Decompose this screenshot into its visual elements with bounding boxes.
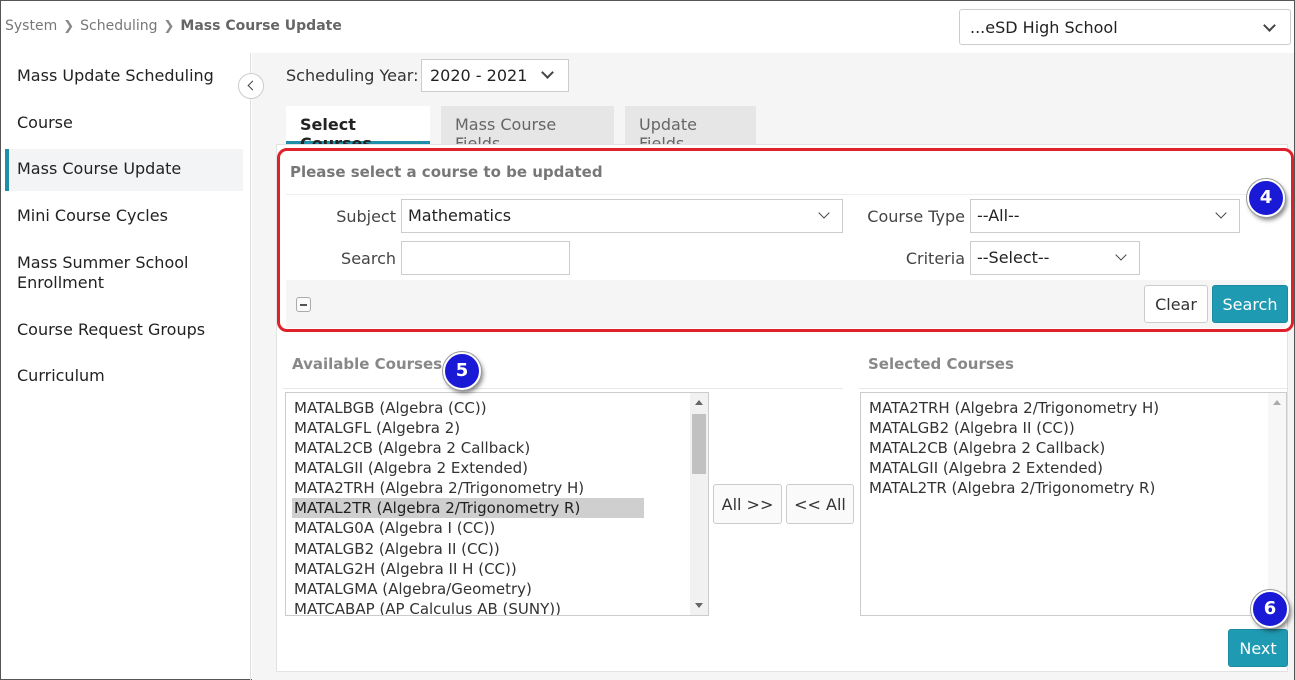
scheduling-year-label: Scheduling Year: [286, 66, 419, 85]
move-all-left-button[interactable]: << All [786, 484, 854, 524]
course-type-value: --All-- [977, 206, 1020, 225]
chevron-down-icon [1115, 249, 1127, 261]
list-item[interactable]: MATALGII (Algebra 2 Extended) [867, 458, 1105, 478]
divider [283, 388, 843, 389]
sidebar: Mass Update Scheduling Course Mass Cours… [1, 53, 251, 680]
scroll-thumb[interactable] [692, 414, 706, 474]
course-filter-section: Please select a course to be updated Sub… [277, 148, 1294, 332]
sidebar-item-course-request-groups[interactable]: Course Request Groups [5, 320, 243, 340]
selected-list-scrollbar[interactable] [1268, 393, 1286, 615]
subject-select[interactable]: Mathematics [401, 199, 843, 233]
chevron-down-icon [1263, 19, 1276, 32]
search-input[interactable] [401, 241, 570, 275]
list-item[interactable]: MATALGII (Algebra 2 Extended) [292, 458, 530, 478]
breadcrumb-current: Mass Course Update [180, 18, 342, 34]
list-item[interactable]: MATAL2CB (Algebra 2 Callback) [867, 438, 1107, 458]
criteria-select[interactable]: --Select-- [970, 241, 1140, 275]
list-item[interactable]: MATAL2TR (Algebra 2/Trigonometry R) [867, 478, 1157, 498]
available-courses-heading: Available Courses [292, 355, 443, 373]
list-item-selected[interactable]: MATAL2TR (Algebra 2/Trigonometry R) [292, 498, 644, 518]
scroll-down-arrow-icon[interactable] [695, 603, 703, 608]
divider [859, 388, 1287, 389]
move-all-right-button[interactable]: All >> [713, 484, 782, 524]
subject-label: Subject [336, 207, 396, 226]
list-item[interactable]: MATAL2CB (Algebra 2 Callback) [292, 438, 532, 458]
breadcrumb-item-system[interactable]: System [5, 18, 57, 34]
chevron-down-icon [541, 66, 554, 79]
step-callout-5: 5 [443, 352, 481, 390]
scheduling-year-select[interactable]: 2020 - 2021 [421, 59, 569, 92]
list-item[interactable]: MATALGMA (Algebra/Geometry) [292, 579, 534, 599]
list-item[interactable]: MATCABAP (AP Calculus AB (SUNY)) [292, 599, 563, 615]
sidebar-item-mini-course-cycles[interactable]: Mini Course Cycles [5, 206, 243, 226]
course-type-label: Course Type [867, 207, 965, 226]
breadcrumb: System ❯ Scheduling ❯ Mass Course Update [5, 18, 342, 34]
list-item[interactable]: MATA2TRH (Algebra 2/Trigonometry H) [292, 478, 586, 498]
subject-select-value: Mathematics [408, 206, 512, 225]
sidebar-item-course[interactable]: Course [5, 113, 243, 133]
chevron-right-icon: ❯ [63, 18, 75, 34]
selected-courses-heading: Selected Courses [868, 355, 1014, 373]
list-item[interactable]: MATALG2H (Algebra II H (CC)) [292, 559, 519, 579]
step-callout-6: 6 [1251, 590, 1289, 628]
course-type-select[interactable]: --All-- [970, 199, 1240, 233]
search-button[interactable]: Search [1212, 285, 1288, 323]
sidebar-item-mass-summer-school-enrollment[interactable]: Mass Summer School Enrollment [5, 253, 205, 293]
divider [286, 194, 1285, 195]
filter-footer: Clear Search [286, 280, 1288, 328]
list-item[interactable]: MATALGFL (Algebra 2) [292, 418, 462, 438]
collapse-sidebar-button[interactable] [238, 73, 264, 99]
chevron-right-icon: ❯ [163, 18, 175, 34]
filter-title: Please select a course to be updated [290, 163, 603, 181]
criteria-label: Criteria [905, 249, 965, 268]
sidebar-item-curriculum[interactable]: Curriculum [5, 366, 243, 386]
list-item[interactable]: MATALGB2 (Algebra II (CC)) [867, 418, 1077, 438]
available-courses-list[interactable]: MATALBGB (Algebra (CC)) MATALGFL (Algebr… [285, 392, 709, 616]
tab-update-fields[interactable]: Update Fields [625, 106, 756, 153]
step-callout-4: 4 [1247, 179, 1285, 217]
list-item[interactable]: MATALGB2 (Algebra II (CC)) [292, 539, 502, 559]
next-button[interactable]: Next [1228, 629, 1288, 667]
list-item[interactable]: MATA2TRH (Algebra 2/Trigonometry H) [867, 398, 1161, 418]
criteria-value: --Select-- [977, 248, 1050, 267]
selected-courses-list[interactable]: MATA2TRH (Algebra 2/Trigonometry H) MATA… [860, 392, 1287, 616]
tab-select-courses[interactable]: Select Courses [286, 106, 430, 153]
tab-mass-course-fields[interactable]: Mass Course Fields [441, 106, 614, 153]
collapse-filter-icon[interactable] [296, 297, 311, 312]
list-item[interactable]: MATALG0A (Algebra I (CC)) [292, 518, 497, 538]
scroll-up-arrow-icon[interactable] [1273, 400, 1281, 405]
sidebar-item-mass-update-scheduling[interactable]: Mass Update Scheduling [5, 66, 243, 86]
breadcrumb-item-scheduling[interactable]: Scheduling [80, 18, 157, 34]
chevron-down-icon [818, 207, 830, 219]
school-select[interactable]: ...eSD High School [959, 9, 1291, 45]
list-item[interactable]: MATALBGB (Algebra (CC)) [292, 398, 489, 418]
school-select-value: ...eSD High School [970, 18, 1118, 37]
clear-button[interactable]: Clear [1144, 285, 1208, 323]
top-bar: System ❯ Scheduling ❯ Mass Course Update… [1, 1, 1294, 53]
scheduling-year-value: 2020 - 2021 [430, 66, 528, 85]
chevron-left-icon [247, 80, 258, 91]
sidebar-item-mass-course-update[interactable]: Mass Course Update [5, 149, 243, 191]
search-label: Search [341, 249, 396, 268]
available-list-scrollbar[interactable] [690, 393, 708, 615]
chevron-down-icon [1215, 207, 1227, 219]
scroll-up-arrow-icon[interactable] [695, 400, 703, 405]
